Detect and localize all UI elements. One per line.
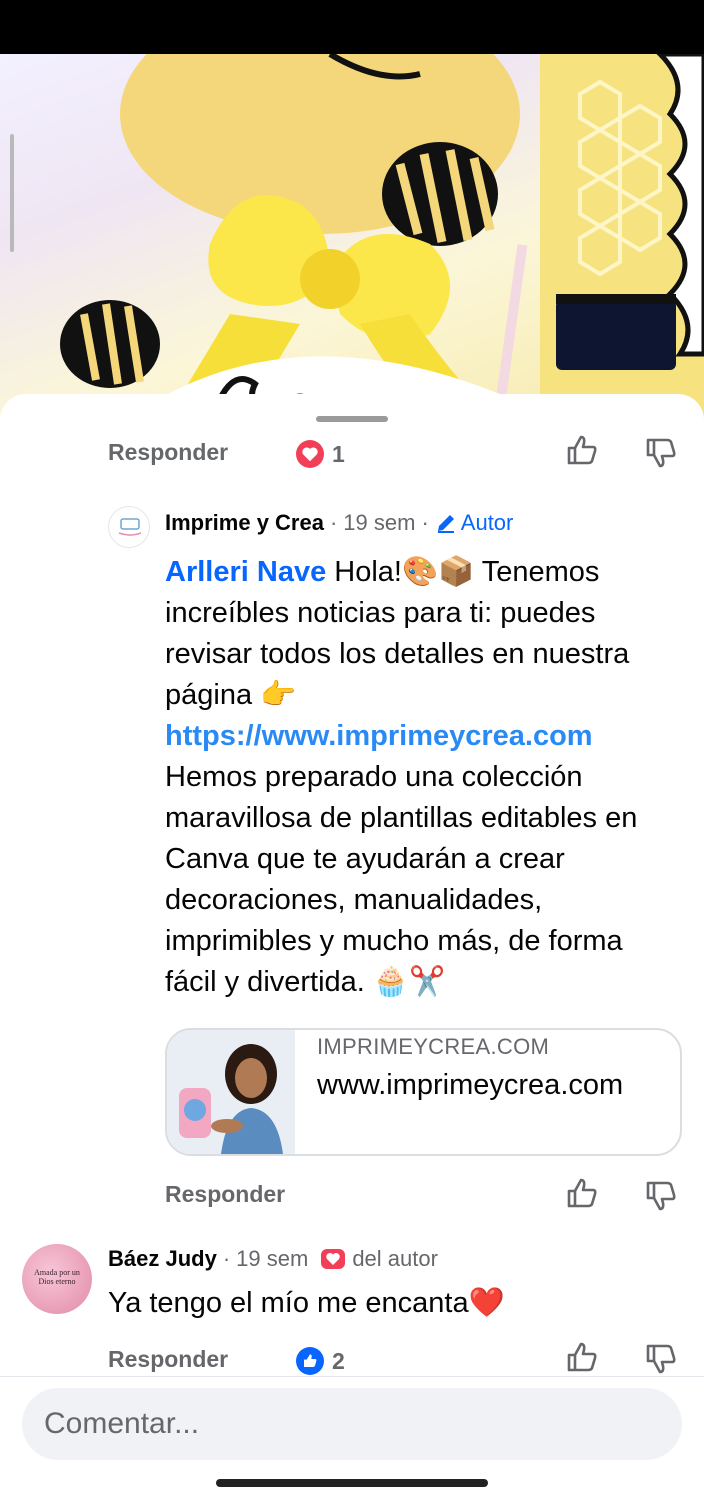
- like-icon: [296, 1347, 324, 1375]
- author-avatar[interactable]: [108, 506, 150, 548]
- composer-divider: [0, 1376, 704, 1377]
- mention-link[interactable]: Arlleri Nave: [165, 556, 326, 588]
- comment-meta: Imprime y Crea · 19 sem · Autor: [165, 510, 513, 536]
- website-link[interactable]: https://www.imprimeycrea.com: [165, 720, 593, 752]
- comment-text: Ya tengo el mío me encanta❤️: [108, 1287, 505, 1319]
- separator-dot: ·: [421, 510, 429, 535]
- comment-actions: Responder: [108, 1339, 228, 1379]
- author-love-label: del autor: [352, 1246, 438, 1271]
- author-love-badge: del autor: [320, 1246, 438, 1272]
- love-icon: [296, 440, 324, 468]
- link-preview-title: www.imprimeycrea.com: [317, 1069, 624, 1101]
- comment-meta: Báez Judy · 19 sem del autor: [108, 1246, 438, 1272]
- comment-time[interactable]: 19 sem: [343, 510, 415, 536]
- reply-button[interactable]: Responder: [108, 1346, 228, 1373]
- reaction-summary[interactable]: 1: [296, 434, 345, 474]
- reaction-summary[interactable]: 2: [296, 1341, 345, 1381]
- thumbs-up-icon[interactable]: [565, 1340, 599, 1374]
- reaction-count: 1: [332, 440, 345, 467]
- comment-input[interactable]: [22, 1388, 682, 1460]
- separator-dot: ·: [329, 510, 338, 535]
- reply-button[interactable]: Responder: [165, 1181, 285, 1208]
- link-preview-domain: IMPRIMEYCREA.COM: [317, 1034, 550, 1059]
- reply-button[interactable]: Responder: [108, 439, 228, 466]
- comment-text-part2: Hemos preparado una colección maravillos…: [165, 761, 638, 998]
- reply-actions: Responder: [165, 1174, 285, 1214]
- comment-author[interactable]: Báez Judy: [108, 1246, 217, 1272]
- thumbs-up-icon[interactable]: [565, 433, 599, 467]
- video-background[interactable]: [0, 54, 704, 424]
- link-preview-card[interactable]: IMPRIMEYCREA.COM www.imprimeycrea.com: [165, 1028, 682, 1156]
- link-preview-image: [167, 1030, 295, 1154]
- thumbs-down-icon[interactable]: [644, 436, 678, 470]
- sheet-drag-handle[interactable]: [316, 416, 388, 422]
- pencil-icon: [437, 515, 454, 533]
- avatar-caption: Amada por un Dios eterno: [34, 1268, 80, 1286]
- bee-decoration-image: [60, 54, 704, 424]
- scroll-indicator[interactable]: [10, 134, 14, 252]
- link-preview-text: IMPRIMEYCREA.COM www.imprimeycrea.com: [295, 1030, 657, 1154]
- comment-text: Arlleri Nave Hola!🎨📦 Tenemos increíbles …: [165, 552, 675, 1003]
- commenter-avatar[interactable]: Amada por un Dios eterno: [22, 1244, 92, 1314]
- thumbs-down-icon[interactable]: [644, 1179, 678, 1213]
- separator-dot: ·: [222, 1246, 231, 1271]
- status-bar: [0, 0, 704, 54]
- comment-author[interactable]: Imprime y Crea: [165, 510, 324, 536]
- thumbs-down-icon[interactable]: [644, 1342, 678, 1376]
- comment-time[interactable]: 19 sem: [236, 1246, 308, 1272]
- author-badge-label: Autor: [460, 510, 514, 535]
- reaction-count: 2: [332, 1347, 345, 1374]
- home-indicator[interactable]: [216, 1479, 488, 1487]
- thumbs-up-icon[interactable]: [565, 1176, 599, 1210]
- author-heart-icon: [321, 1249, 346, 1269]
- comment-composer[interactable]: [22, 1388, 682, 1460]
- author-badge: Autor: [435, 510, 514, 536]
- comment-actions: Responder: [108, 432, 228, 472]
